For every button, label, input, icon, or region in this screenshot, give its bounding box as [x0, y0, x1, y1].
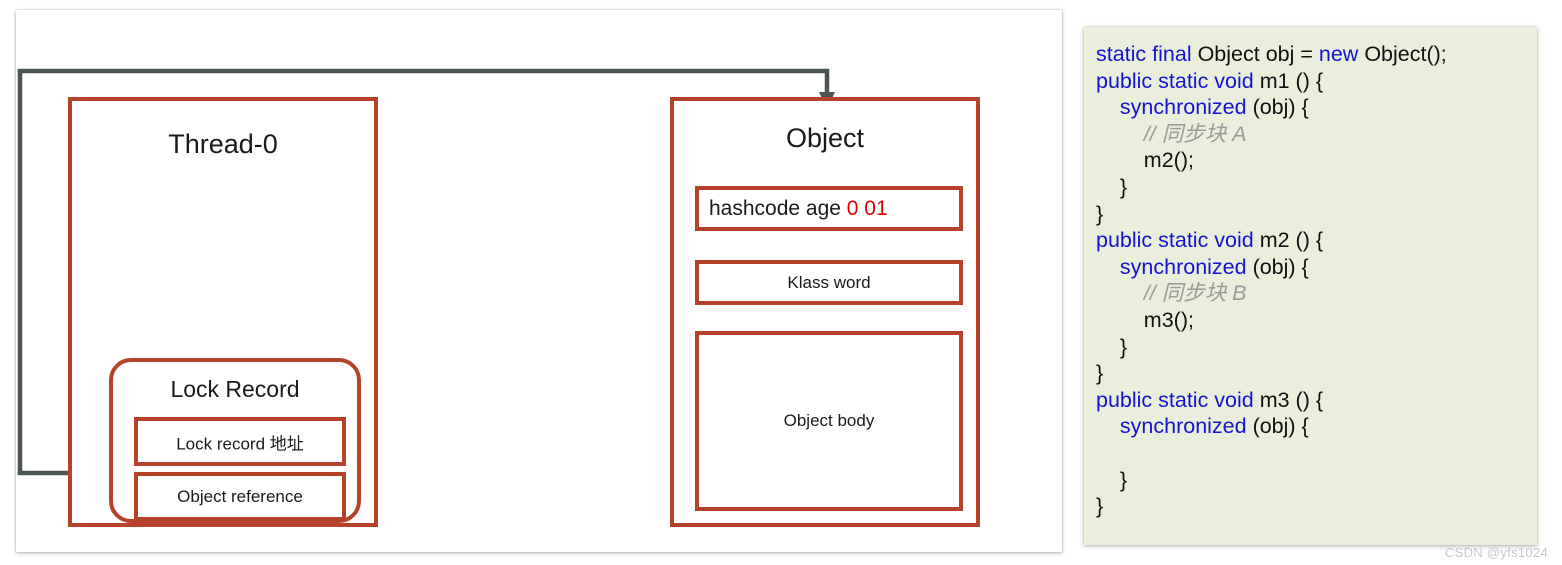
- code-keyword: public static void: [1096, 387, 1260, 412]
- code-line: synchronized (obj) {: [1096, 254, 1537, 281]
- code-line: }: [1096, 334, 1537, 361]
- code-line: synchronized (obj) {: [1096, 94, 1537, 121]
- code-text: }: [1096, 174, 1128, 199]
- thread-box: Thread-0 Lock Record Lock record 地址 Obje…: [68, 97, 378, 527]
- object-body-label: Object body: [783, 411, 875, 430]
- code-comment: // 同步块 A: [1096, 121, 1247, 146]
- mark-word-row: hashcode age 0 01: [695, 186, 963, 231]
- code-text: }: [1096, 361, 1104, 386]
- mark-word-bits: 0 01: [846, 196, 888, 220]
- code-comment: // 同步块 B: [1096, 281, 1247, 306]
- code-keyword: static final: [1096, 42, 1198, 66]
- mark-word-label: hashcode age: [709, 196, 841, 220]
- code-text: m2 () {: [1259, 228, 1324, 253]
- object-body-box: Object body: [695, 331, 963, 511]
- klass-word-row: Klass word: [695, 260, 963, 305]
- lock-record-address-label: Lock record 地址: [176, 434, 304, 453]
- code-listing: static final Object obj = new Object(); p…: [1096, 41, 1537, 520]
- code-text: m2();: [1096, 148, 1194, 173]
- code-line: }: [1096, 467, 1537, 494]
- code-keyword: synchronized: [1119, 95, 1253, 120]
- code-line: m2();: [1096, 147, 1537, 174]
- mark-word-text: hashcode age 0 01: [709, 197, 888, 221]
- lock-record-title: Lock Record: [170, 376, 300, 402]
- code-text: Object();: [1364, 42, 1447, 66]
- code-text: }: [1096, 494, 1104, 519]
- code-text: m3 () {: [1259, 387, 1324, 412]
- code-text: }: [1096, 201, 1104, 226]
- code-line: static final Object obj = new Object();: [1096, 41, 1537, 68]
- object-box: Object hashcode age 0 01 Klass word Obje…: [670, 97, 980, 527]
- diagram-card: Thread-0 Lock Record Lock record 地址 Obje…: [16, 10, 1062, 552]
- code-text: (obj) {: [1252, 414, 1309, 439]
- code-text: m1 () {: [1259, 68, 1324, 93]
- code-keyword: public static void: [1096, 228, 1260, 253]
- code-line: }: [1096, 360, 1537, 387]
- code-line: public static void m1 () {: [1096, 68, 1537, 95]
- code-line: synchronized (obj) {: [1096, 413, 1537, 440]
- code-line: public static void m3 () {: [1096, 387, 1537, 414]
- klass-word-label: Klass word: [787, 272, 871, 292]
- code-line: }: [1096, 493, 1537, 520]
- lock-record-address-row: Lock record 地址: [134, 417, 346, 466]
- code-line: // 同步块 B: [1096, 280, 1537, 307]
- code-line: }: [1096, 174, 1537, 201]
- code-line: // 同步块 A: [1096, 121, 1537, 148]
- code-keyword: public static void: [1096, 68, 1260, 93]
- code-text: Object obj =: [1197, 42, 1319, 66]
- code-text: m3();: [1096, 307, 1194, 332]
- code-panel: static final Object obj = new Object(); p…: [1084, 27, 1537, 545]
- code-text: }: [1096, 467, 1128, 492]
- code-line: }: [1096, 201, 1537, 228]
- object-title: Object: [785, 123, 865, 153]
- lock-record-box: Lock Record Lock record 地址 Object refere…: [109, 358, 361, 523]
- code-line: public static void m2 () {: [1096, 227, 1537, 254]
- thread-title: Thread-0: [168, 129, 278, 159]
- code-line: m3();: [1096, 307, 1537, 334]
- code-text: (obj) {: [1252, 254, 1309, 279]
- watermark: CSDN @yfs1024: [1444, 545, 1548, 560]
- code-keyword: new: [1318, 42, 1365, 66]
- object-reference-row: Object reference: [134, 472, 346, 521]
- code-text: (obj) {: [1252, 95, 1309, 120]
- code-keyword: synchronized: [1119, 254, 1253, 279]
- code-text: }: [1096, 334, 1128, 359]
- code-keyword: synchronized: [1119, 414, 1253, 439]
- object-reference-label: Object reference: [177, 486, 303, 506]
